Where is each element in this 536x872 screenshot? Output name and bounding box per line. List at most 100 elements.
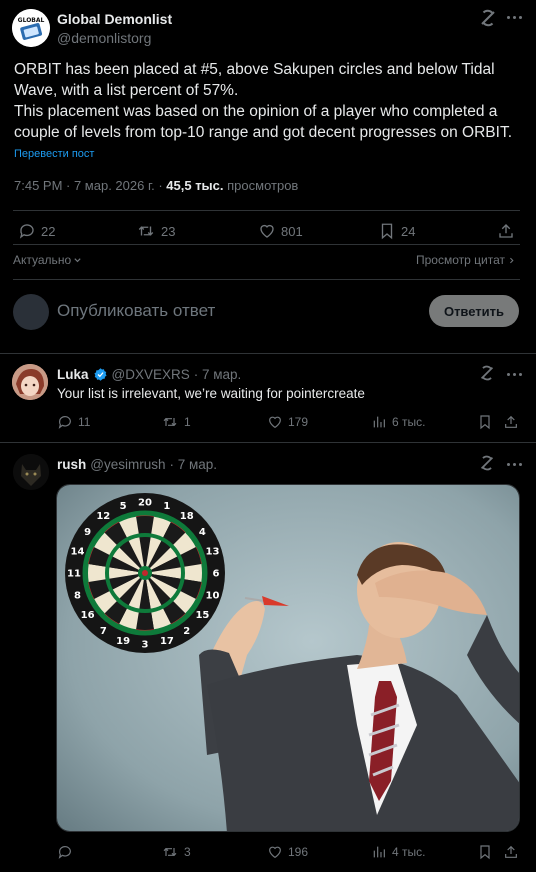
repost-button[interactable]: 23 <box>136 222 175 240</box>
reply-button[interactable]: 11 <box>57 414 90 430</box>
dartboard-number: 18 <box>180 511 194 522</box>
more-options-icon[interactable] <box>507 373 522 376</box>
divider <box>13 210 520 211</box>
repost-icon <box>138 226 154 236</box>
reply-button[interactable]: 22 <box>18 222 55 240</box>
dartboard-man-photo: 20 1 18 413 6 10 15 2 17 3 19 7 168 11 14 9 12 5 <box>57 485 519 831</box>
dartboard-number: 7 <box>100 626 107 637</box>
dartboard-number: 13 <box>206 547 220 558</box>
post-meta: 7:45 PM · 7 мар. 2026 г. · 45,5 тыс. про… <box>14 178 298 193</box>
divider <box>0 442 536 443</box>
grok-sync-icon[interactable] <box>478 454 496 472</box>
share-icon <box>505 845 517 858</box>
like-button[interactable]: 179 <box>267 414 308 430</box>
bookmark-button[interactable] <box>477 844 493 860</box>
repost-count: 23 <box>161 223 176 239</box>
bookmark-button[interactable]: 24 <box>378 222 415 240</box>
bookmark-icon <box>480 845 490 860</box>
bookmark-button[interactable] <box>477 414 493 430</box>
bookmark-count: 24 <box>401 223 416 239</box>
heart-icon <box>269 416 281 429</box>
repost-icon <box>163 417 177 427</box>
post-text-line: Wave, with a list percent of 57%. <box>14 82 239 99</box>
dartboard-number: 15 <box>195 610 209 621</box>
post-text-line: couple of levels from top-10 range and g… <box>14 124 513 141</box>
post-text-line: ORBIT has been placed at #5, above Sakup… <box>14 61 495 78</box>
repost-count: 3 <box>184 845 191 859</box>
sort-dropdown[interactable]: Актуально <box>13 253 82 267</box>
reply-button[interactable] <box>57 844 78 860</box>
views-button[interactable]: 6 тыс. <box>371 414 425 430</box>
reply-header: rush @yesimrush · 7 мар. <box>57 457 217 472</box>
dartboard: 20 1 18 413 6 10 15 2 17 3 19 7 168 11 14 9 12 5 <box>65 493 225 653</box>
reply-time[interactable]: · 7 мар. <box>170 457 218 472</box>
divider <box>0 353 536 354</box>
cat-avatar-icon <box>13 454 49 490</box>
reply-author-name[interactable]: Luka <box>57 367 89 382</box>
share-button[interactable] <box>503 414 519 430</box>
reply-author-name[interactable]: rush <box>57 457 86 472</box>
repost-button[interactable]: 3 <box>161 844 191 860</box>
quotes-label: Просмотр цитат <box>416 253 505 267</box>
dartboard-number: 19 <box>116 636 130 647</box>
reply-author-handle[interactable]: @yesimrush <box>90 457 165 472</box>
reply-time[interactable]: · 7 мар. <box>194 367 242 382</box>
reply-count: 11 <box>78 415 91 429</box>
bookmark-icon <box>480 415 490 430</box>
reply-header: Luka @DXVEXRS · 7 мар. <box>57 367 241 382</box>
current-user-avatar[interactable] <box>13 294 49 330</box>
more-options-icon[interactable] <box>507 463 522 466</box>
quotes-link[interactable]: Просмотр цитат <box>416 253 516 267</box>
grok-sync-icon[interactable] <box>478 8 498 28</box>
dartboard-number: 6 <box>213 569 220 580</box>
divider <box>13 244 520 245</box>
translate-link[interactable]: Перевести пост <box>14 148 94 160</box>
views-count: 6 тыс. <box>392 415 426 429</box>
dartboard-number: 4 <box>199 527 206 538</box>
share-button[interactable] <box>503 844 519 860</box>
verified-badge-icon <box>93 368 107 381</box>
share-icon <box>499 224 513 238</box>
reply-avatar[interactable] <box>13 454 49 490</box>
dartboard-number: 17 <box>160 636 174 647</box>
reply-icon <box>58 416 71 429</box>
views-count: 45,5 тыс. <box>166 178 224 193</box>
like-button[interactable]: 801 <box>258 222 303 240</box>
heart-icon <box>260 224 274 238</box>
post-actions: 22 23 801 24 <box>18 222 518 242</box>
timestamp[interactable]: 7:45 PM · 7 мар. 2026 г. · <box>14 178 166 193</box>
reply-avatar[interactable] <box>12 364 48 400</box>
repost-count: 1 <box>184 415 191 429</box>
reply-count: 22 <box>41 223 56 239</box>
reply-submit-button[interactable]: Ответить <box>429 295 519 327</box>
dartboard-number: 14 <box>71 547 85 558</box>
dartboard-number: 11 <box>67 569 81 580</box>
reply-author-handle[interactable]: @DXVEXRS <box>112 367 190 382</box>
reply-input[interactable]: Опубликовать ответ <box>57 301 215 321</box>
post-text: ORBIT has been placed at #5, above Sakup… <box>14 59 529 143</box>
dartboard-number: 10 <box>206 590 220 601</box>
like-button[interactable]: 196 <box>267 844 308 860</box>
sort-label: Актуально <box>13 253 72 267</box>
divider <box>13 279 520 280</box>
reply-image[interactable]: 20 1 18 4 13 6 10 15 2 17 3 19 7 16 8 11 14 9 12 5 <box>56 484 520 832</box>
grok-sync-icon[interactable] <box>478 364 496 382</box>
views-button[interactable]: 4 тыс. <box>371 844 425 860</box>
reply-text: Your list is irrelevant, we’re waiting f… <box>57 386 365 401</box>
author-name[interactable]: Global Demonlist <box>57 11 172 27</box>
views-count: 4 тыс. <box>392 845 426 859</box>
reply-icon <box>58 846 71 859</box>
more-options-icon[interactable] <box>507 16 522 19</box>
author-avatar[interactable]: GLOBAL <box>12 9 50 47</box>
post-text-line: This placement was based on the opinion … <box>14 103 498 120</box>
dartboard-number: 8 <box>74 590 81 601</box>
chevron-right-icon <box>510 257 514 263</box>
views-label: просмотров <box>223 178 299 193</box>
like-count: 179 <box>288 415 309 429</box>
global-demonlist-logo-icon: GLOBAL <box>12 9 50 47</box>
repost-button[interactable]: 1 <box>161 414 191 430</box>
dartboard-number: 12 <box>96 511 110 522</box>
share-button[interactable] <box>497 222 515 240</box>
author-handle[interactable]: @demonlistorg <box>57 30 151 46</box>
reply-icon <box>19 224 34 239</box>
